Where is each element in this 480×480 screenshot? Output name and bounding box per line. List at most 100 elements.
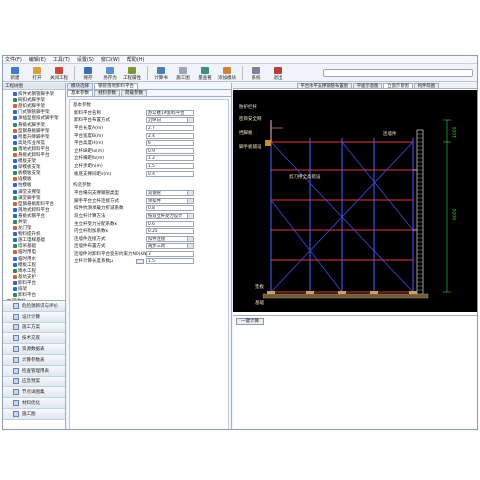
menu-window[interactable]: 窗口(W) xyxy=(101,56,120,63)
nav-item[interactable]: 设计计算 xyxy=(3,311,65,323)
tree-node-icon xyxy=(7,299,11,300)
elevation-drawing[interactable]: 防护栏杆 密目安全网 挡脚板 脚手板铺设 连墙件 剪刀撑全高搭设 垫板 基础 6000 1000 xyxy=(233,90,477,312)
tree-item-label: 降水工程 xyxy=(18,268,36,274)
field-input[interactable]: 0.9 xyxy=(146,147,194,154)
nav-item[interactable]: 技术交底 xyxy=(3,333,65,345)
field-input[interactable]: 1.2 xyxy=(146,155,194,162)
toolbar-icon xyxy=(55,67,63,74)
field-input[interactable]: 2.4 xyxy=(146,132,194,139)
field-input[interactable]: 1.5 xyxy=(146,258,194,265)
toolbar-search-input[interactable] xyxy=(323,69,473,77)
tree-item-label: 临时用电 xyxy=(18,250,36,256)
field-select[interactable]: 单扣件 xyxy=(146,197,194,204)
toolbar-button[interactable]: 量查看 xyxy=(195,67,215,81)
tree-item-label: 型钢悬挑脚手架 xyxy=(18,128,50,134)
drawing-tab[interactable]: 立面示意图 xyxy=(383,83,413,89)
field-label: 卸料平台布置方式 xyxy=(74,118,110,124)
tree-node-icon xyxy=(13,116,17,121)
tree-node-icon xyxy=(13,293,17,298)
toolbar-icon xyxy=(33,67,41,74)
field-input[interactable]: 0.6 xyxy=(146,220,194,227)
nav-item-icon xyxy=(13,324,19,331)
nav-item-label: 检查管理用表 xyxy=(22,368,49,374)
form-row: 立杆纵距la(m) 0.9 xyxy=(72,147,226,155)
toolbar-button[interactable]: 保存 xyxy=(78,67,98,81)
tree-item-label: 物料提升机 xyxy=(18,232,41,238)
field-select[interactable]: 按双立杆受力设计 xyxy=(146,212,194,219)
toolbar-button[interactable]: 退出 xyxy=(268,67,288,81)
field-helper-button[interactable] xyxy=(136,258,144,264)
drawing-tab[interactable]: 构件简图 xyxy=(413,83,439,89)
toolbar-button[interactable]: 施工图 xyxy=(173,67,193,81)
menu-help[interactable]: 帮助(H) xyxy=(127,56,145,63)
toolbar-button[interactable]: 添加模块 xyxy=(217,67,237,81)
tree-node-icon xyxy=(13,287,17,292)
tab-basic-params[interactable]: 基本参数 xyxy=(67,90,93,96)
form-row: 连墙件布置方式 两步三跨 xyxy=(72,243,226,251)
tree-node-icon xyxy=(13,201,17,206)
nav-item[interactable]: 节点详图集 xyxy=(3,387,65,399)
toolbar-button[interactable]: 关闭工程 xyxy=(49,67,69,81)
nav-item[interactable]: 资源数据表 xyxy=(3,344,65,355)
nav-item-label: 材料优化 xyxy=(22,401,40,407)
tree-node-icon xyxy=(13,280,17,285)
drawing-tab[interactable]: 平台水平支撑钢管布置图 xyxy=(296,83,352,89)
field-select[interactable]: 扣件连接 xyxy=(146,235,194,242)
nav-item[interactable]: 材料优化 xyxy=(3,398,65,409)
toolbar-button[interactable]: 另存为 xyxy=(100,67,120,81)
field-select[interactable]: 沿纵向 xyxy=(146,117,194,124)
field-input[interactable]: 6 xyxy=(146,140,194,147)
nav-item[interactable]: 计算参数表 xyxy=(3,354,65,366)
field-select[interactable]: 两步三跨 xyxy=(146,243,194,250)
brace-line xyxy=(270,199,343,293)
toolbar-button[interactable]: 打开 xyxy=(27,67,47,81)
drawing-tab[interactable]: 平面示意图 xyxy=(352,83,383,89)
menu-file[interactable]: 文件(F) xyxy=(5,56,22,63)
tree-node-icon xyxy=(13,92,17,97)
field-label: 连墙件连接方式 xyxy=(74,236,106,242)
drawing-label-safety-net: 密目安全网 xyxy=(239,115,262,122)
form-row: 板底支撑间距s(m) 0.4 xyxy=(72,170,226,178)
toolbar-button[interactable]: 系统 xyxy=(246,67,266,81)
field-input[interactable]: 0.25 xyxy=(146,228,194,235)
field-label: 连墙件布置方式 xyxy=(74,244,106,250)
nav-item[interactable]: 施工图 xyxy=(3,408,65,420)
field-label: 内立杆附加系数κ xyxy=(74,229,109,235)
tab-load-params[interactable]: 荷载参数 xyxy=(121,90,147,96)
nav-item[interactable]: 检查管理用表 xyxy=(3,365,65,377)
tree-node-icon xyxy=(13,195,17,200)
field-select[interactable]: 双钢管 xyxy=(146,190,194,197)
field-input[interactable]: 0.8 xyxy=(146,205,194,212)
toolbar-button[interactable]: 新建 xyxy=(5,67,25,81)
field-input[interactable]: 3 xyxy=(146,250,194,257)
field-input[interactable]: 1.5 xyxy=(146,162,194,169)
nav-item[interactable]: 应急预案 xyxy=(3,376,65,388)
toolbar-icon xyxy=(84,67,92,74)
tree-item-label: 龙门架 xyxy=(18,226,32,232)
tree-item-label: 排架 xyxy=(18,287,27,293)
field-label: 卸料平台名称 xyxy=(74,110,101,116)
tree-node-icon xyxy=(13,207,17,212)
tree-item-label: 梁模板支架 xyxy=(18,165,41,171)
toolbar-separator xyxy=(242,66,243,80)
nav-item[interactable]: 施工方案 xyxy=(3,322,65,334)
tab-module-select[interactable]: 模块选择 xyxy=(67,83,93,89)
base-pad xyxy=(306,291,314,294)
menu-tools[interactable]: 工具(T) xyxy=(53,56,70,63)
field-input[interactable]: 0.4 xyxy=(146,170,194,177)
menu-edit[interactable]: 编辑(E) xyxy=(29,56,46,63)
tab-unloading-platform[interactable]: 钢管落地卸料平台 xyxy=(94,83,138,89)
nav-item-label: 节点详图集 xyxy=(22,390,45,396)
menu-settings[interactable]: 设置(S) xyxy=(77,56,94,63)
nav-item[interactable]: 危险源辨识与评价 xyxy=(3,301,65,312)
toolbar-icon xyxy=(274,67,282,74)
toolbar-button[interactable]: 计算书 xyxy=(151,67,171,81)
tab-material-params[interactable]: 材料参数 xyxy=(94,90,120,96)
field-input[interactable]: 办公楼1#卸料平台 xyxy=(146,109,194,116)
toolbar-button[interactable]: 工程属性 xyxy=(122,67,142,81)
field-input[interactable]: 2.7 xyxy=(146,124,194,131)
toolbar-button-label: 施工图 xyxy=(176,76,190,81)
tree-node-icon xyxy=(13,122,17,127)
calculate-button[interactable]: 一键计算 xyxy=(236,318,264,325)
drawing-label-base: 基础 xyxy=(255,299,264,306)
